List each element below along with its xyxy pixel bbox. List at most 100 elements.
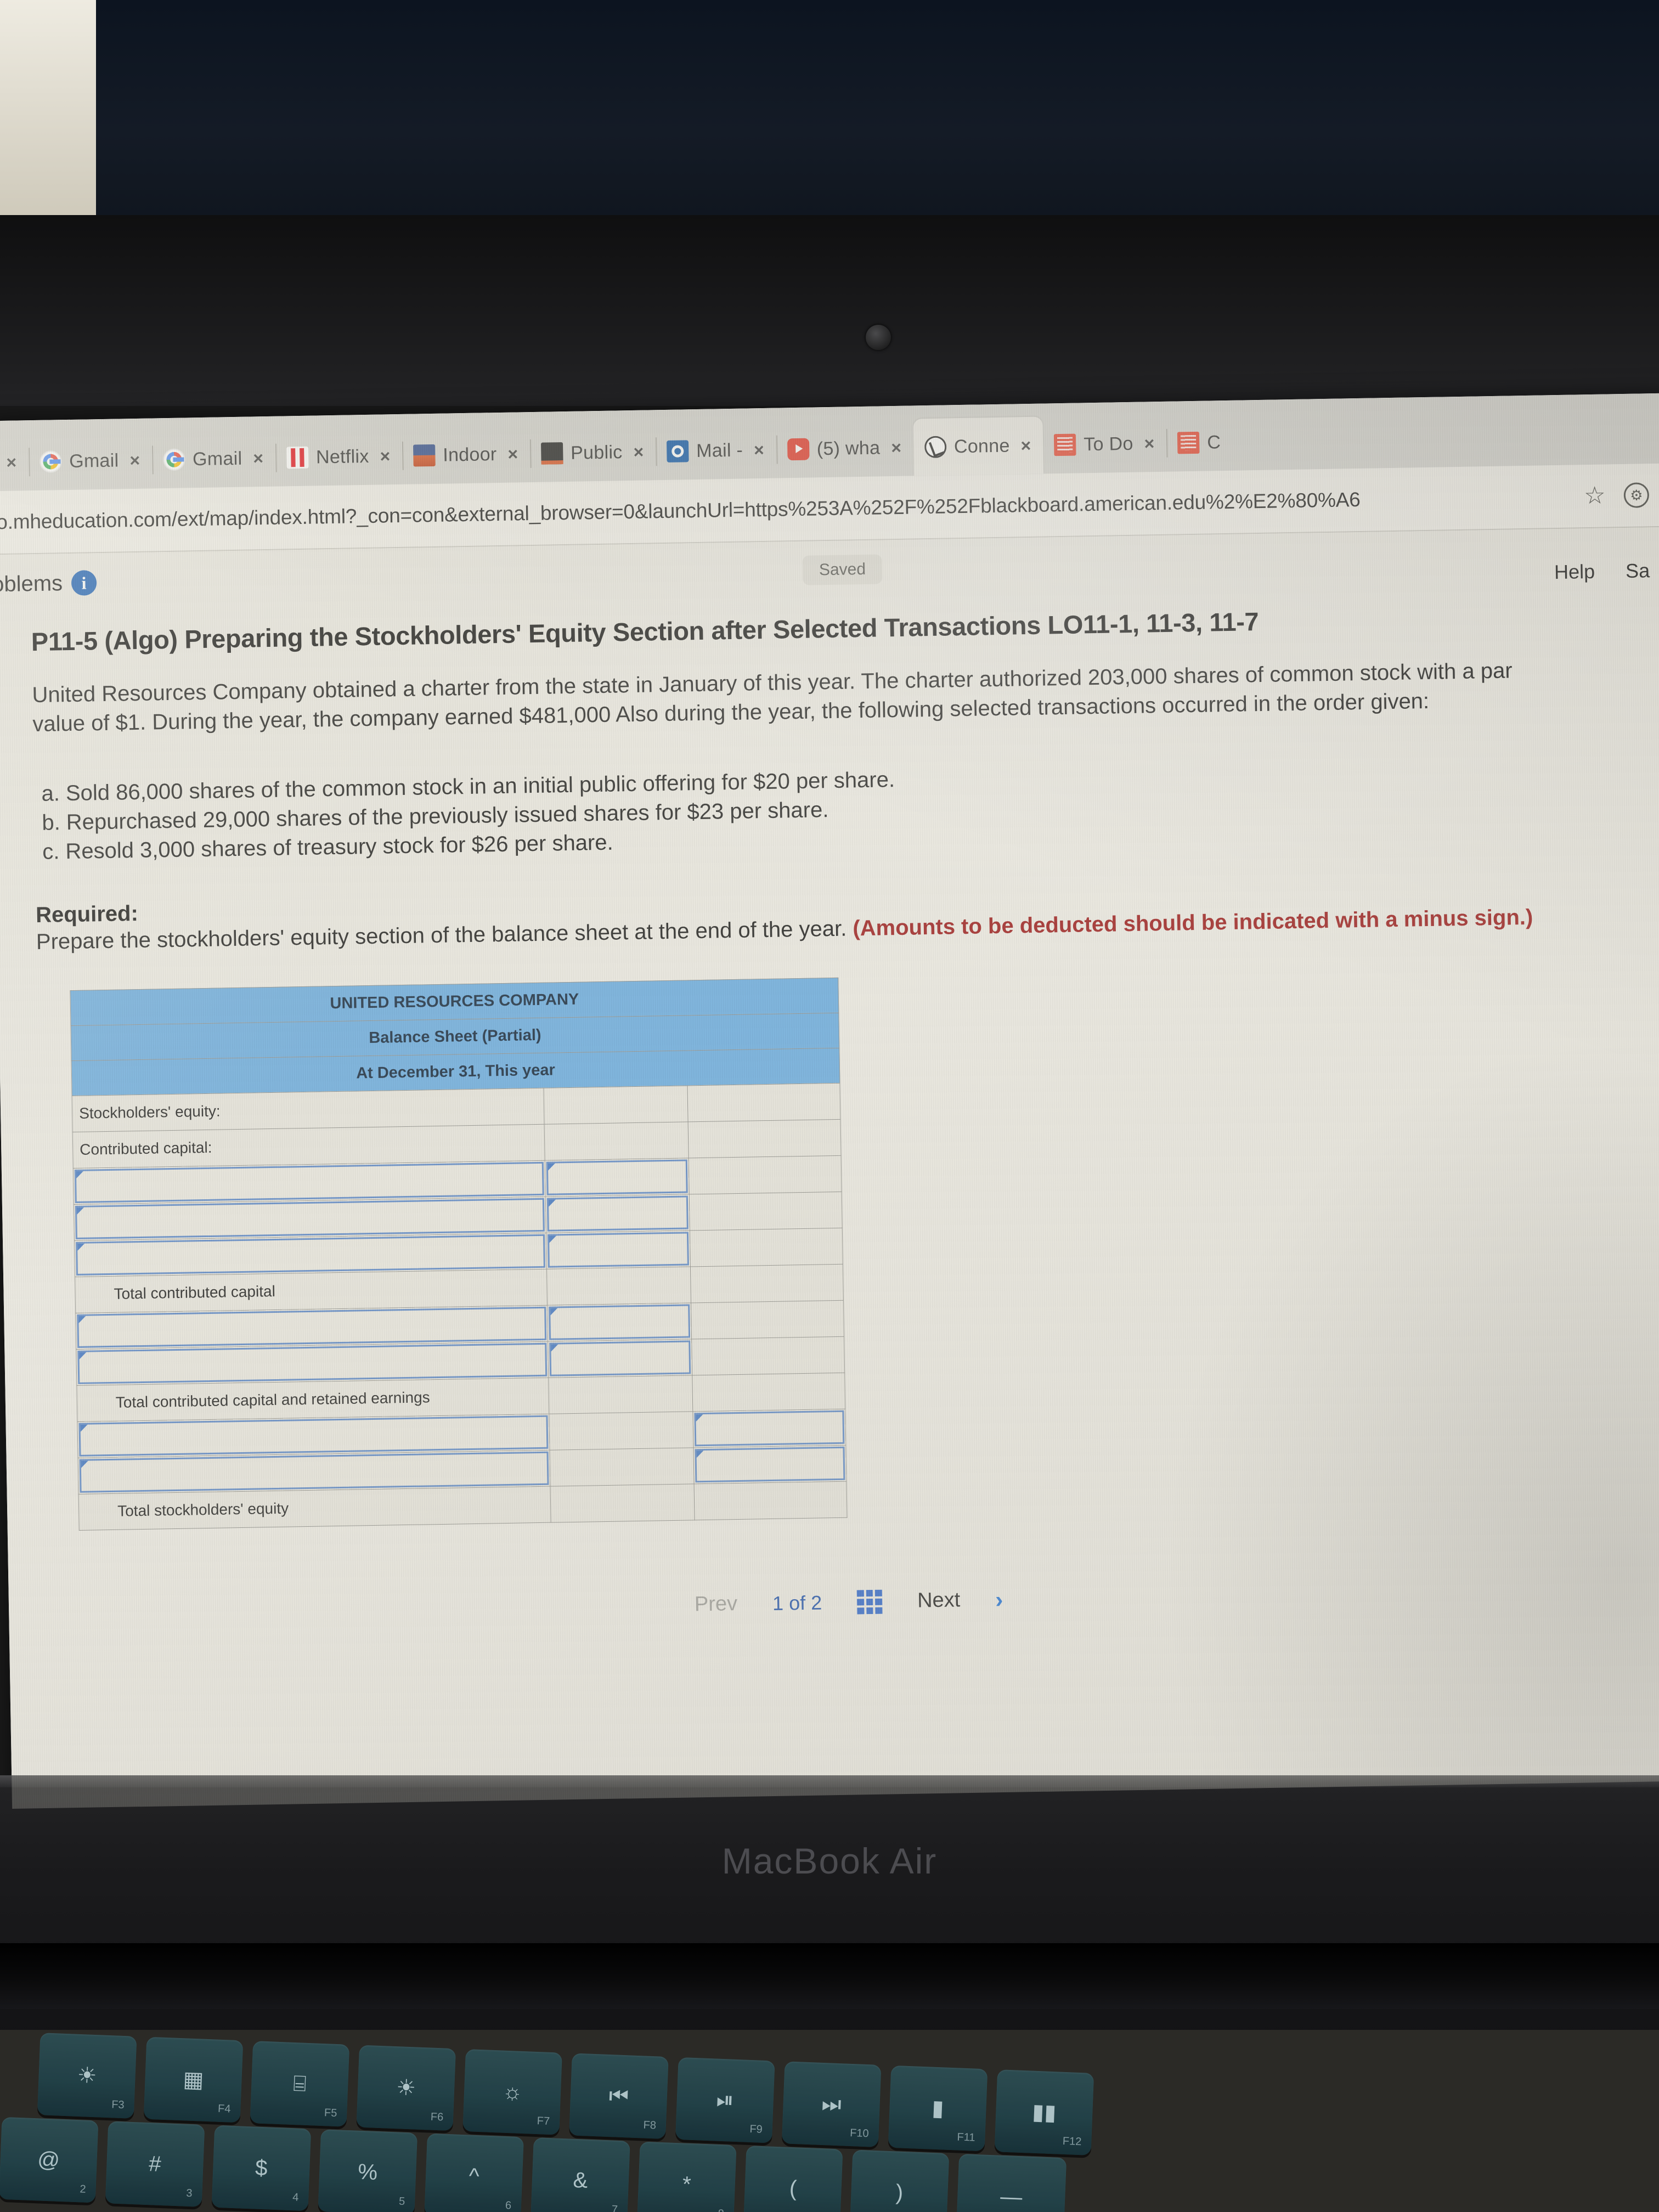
key-0[interactable]: )0: [849, 2149, 950, 2212]
info-icon[interactable]: i: [71, 570, 97, 596]
key-5[interactable]: % 5: [318, 2129, 418, 2212]
row-total-input[interactable]: [692, 1409, 846, 1448]
row-total-cell: [690, 1228, 843, 1267]
laptop-bezel-top: [0, 215, 1659, 406]
tab-close-icon[interactable]: ×: [250, 448, 267, 468]
row-amount-input[interactable]: [548, 1339, 692, 1378]
row-total-cell: [689, 1192, 843, 1231]
browser-tab-last[interactable]: C: [1166, 414, 1230, 472]
key-9[interactable]: (9: [743, 2145, 843, 2212]
address-bar-url[interactable]: to.mheducation.com/ext/map/index.html?_c…: [0, 485, 1568, 534]
key-glyph: $: [255, 2155, 268, 2180]
browser-tab-0[interactable]: ×: [0, 433, 30, 491]
row-amount-input[interactable]: [545, 1194, 690, 1233]
laptop-keyboard[interactable]: ☀ F3 ▦ F4 ⌸ F5 ☀ F6 ☼ F7 ⏮ F8 ⏯ F9 ⏭ F10 ▮ F11 ▮▮…: [0, 2030, 1659, 2212]
row-total-input[interactable]: [693, 1445, 847, 1484]
key-glyph: ☼: [501, 2079, 523, 2104]
key-f5[interactable]: ⌸ F5: [250, 2041, 350, 2127]
tab-close-icon[interactable]: ×: [888, 438, 905, 458]
key-fn-label: F3: [111, 2098, 125, 2112]
row-amount-input[interactable]: [546, 1230, 691, 1269]
browser-tab-connect-active[interactable]: Conne ×: [913, 416, 1044, 476]
connect-favicon-icon: [924, 436, 947, 459]
next-button[interactable]: Next: [917, 1589, 961, 1613]
input-box[interactable]: [549, 1304, 691, 1340]
input-box[interactable]: [76, 1234, 545, 1276]
key-2[interactable]: @2: [0, 2117, 99, 2203]
input-box[interactable]: [79, 1451, 549, 1493]
background-wall-left: [0, 0, 96, 215]
input-box[interactable]: [549, 1340, 691, 1376]
browser-tab-indoor[interactable]: Indoor ×: [402, 425, 532, 484]
key-f12[interactable]: ▮▮ F12: [994, 2069, 1094, 2155]
key-minus[interactable]: —-: [956, 2153, 1067, 2212]
browser-tab-gmail-1[interactable]: Gmail ×: [28, 431, 154, 490]
gmail-favicon-icon: [162, 448, 185, 471]
key-8[interactable]: *8: [636, 2141, 737, 2212]
key-fn-label: F11: [957, 2131, 975, 2144]
todo-favicon-icon: [1177, 431, 1200, 454]
tab-close-icon[interactable]: ×: [376, 446, 393, 466]
input-box[interactable]: [547, 1232, 689, 1268]
page-counter: 1 of 2: [772, 1591, 822, 1615]
key-3[interactable]: #3: [105, 2121, 205, 2207]
pagination[interactable]: Prev 1 of 2 Next ›: [47, 1576, 1651, 1650]
chevron-right-icon[interactable]: ›: [995, 1587, 1003, 1613]
tab-close-icon[interactable]: ×: [1017, 436, 1034, 455]
row-amount-input[interactable]: [545, 1158, 690, 1197]
browser-tab-youtube[interactable]: (5) wha ×: [776, 419, 915, 478]
bookmark-star-button[interactable]: ☆: [1579, 480, 1610, 511]
tab-close-icon[interactable]: ×: [630, 442, 647, 462]
grid-icon[interactable]: [856, 1589, 883, 1615]
key-4[interactable]: $4: [211, 2125, 312, 2211]
key-f9[interactable]: ⏯ F9: [675, 2057, 775, 2143]
tab-close-icon[interactable]: ×: [3, 453, 20, 472]
input-box[interactable]: [77, 1306, 547, 1348]
key-f7[interactable]: ☼ F7: [462, 2049, 562, 2135]
browser-tab-public[interactable]: Public ×: [529, 423, 657, 482]
tab-close-icon[interactable]: ×: [751, 440, 768, 460]
prev-button[interactable]: Prev: [695, 1593, 738, 1617]
balance-sheet-table[interactable]: UNITED RESOURCES COMPANY Balance Sheet (…: [70, 978, 848, 1531]
input-box[interactable]: [546, 1195, 689, 1232]
input-box[interactable]: [74, 1161, 544, 1203]
row-total-cell: [692, 1373, 845, 1412]
tab-close-icon[interactable]: ×: [126, 450, 143, 470]
row-total-cell: [691, 1336, 845, 1375]
header-actions[interactable]: Help Sa: [1554, 559, 1650, 584]
key-f8[interactable]: ⏮ F8: [569, 2053, 669, 2140]
extension-button[interactable]: ⚙: [1621, 479, 1652, 511]
row-amount-input[interactable]: [547, 1302, 692, 1342]
key-f3[interactable]: ☀ F3: [37, 2033, 137, 2119]
key-f11[interactable]: ▮ F11: [888, 2065, 988, 2152]
tab-close-icon[interactable]: ×: [1141, 433, 1158, 453]
browser-tab-mail[interactable]: Mail - ×: [655, 421, 778, 481]
tab-title: Conne: [953, 435, 1010, 457]
breadcrumb[interactable]: oblems i: [0, 570, 97, 597]
input-box[interactable]: [546, 1159, 688, 1195]
input-box[interactable]: [77, 1342, 548, 1384]
browser-tab-netflix[interactable]: Netflix ×: [275, 427, 404, 487]
netflix-favicon-icon: [286, 446, 309, 469]
balance-sheet-table-wrapper: UNITED RESOURCES COMPANY Balance Sheet (…: [70, 978, 848, 1531]
key-glyph: %: [357, 2159, 378, 2185]
key-f6[interactable]: ☀ F6: [356, 2045, 456, 2131]
outlook-favicon-icon: [666, 440, 689, 462]
key-7[interactable]: & 7: [531, 2137, 630, 2212]
key-f10[interactable]: ⏭ F10: [781, 2061, 882, 2147]
key-6[interactable]: ^ 6: [424, 2133, 524, 2212]
key-fn-label: F4: [217, 2102, 231, 2115]
browser-tab-gmail-2[interactable]: Gmail ×: [151, 430, 277, 489]
input-box[interactable]: [75, 1198, 545, 1239]
deck-lip: [0, 1775, 1659, 1787]
key-f4[interactable]: ▦ F4: [143, 2036, 244, 2123]
input-box[interactable]: [695, 1446, 845, 1483]
save-button[interactable]: Sa: [1626, 559, 1650, 583]
input-box[interactable]: [78, 1415, 549, 1457]
status-badge: Saved: [802, 554, 883, 585]
input-box[interactable]: [694, 1410, 845, 1447]
help-button[interactable]: Help: [1554, 560, 1595, 584]
browser-tab-todo[interactable]: To Do ×: [1042, 415, 1168, 474]
key-glyph: ▦: [182, 2067, 205, 2092]
tab-close-icon[interactable]: ×: [504, 444, 521, 464]
